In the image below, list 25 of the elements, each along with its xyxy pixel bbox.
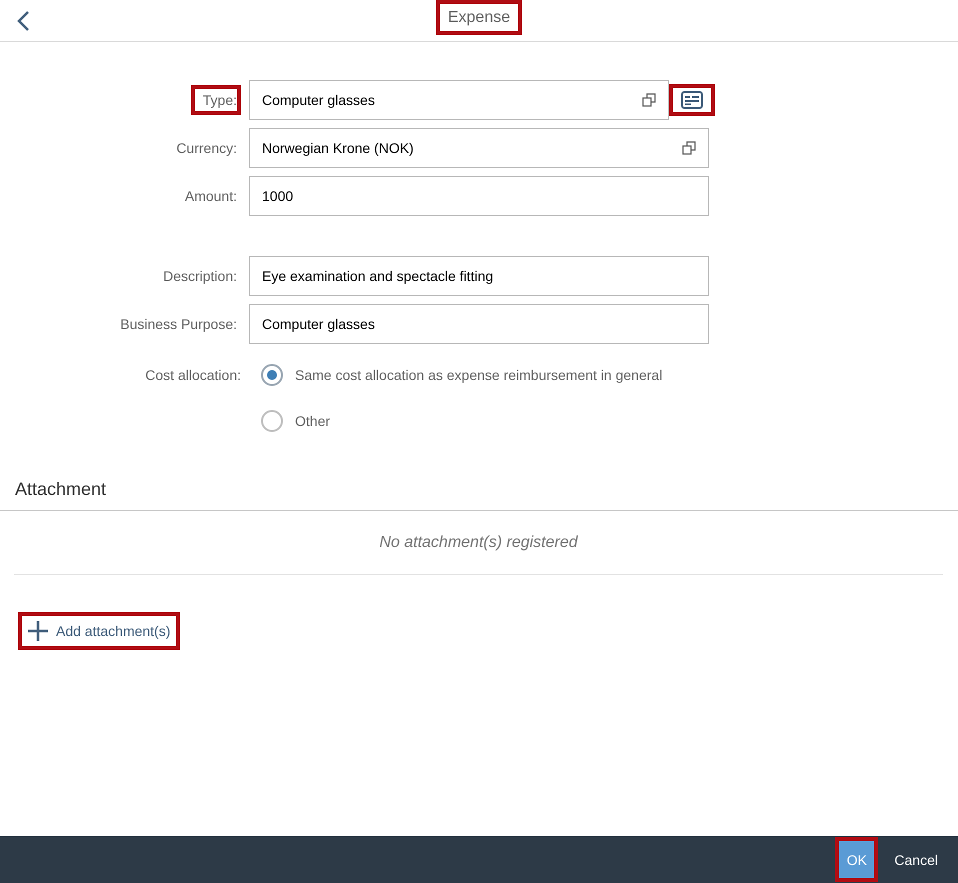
select-field[interactable]: Computer glasses (249, 80, 669, 120)
radio-button[interactable] (261, 410, 283, 432)
value-help-icon[interactable] (642, 93, 656, 107)
field-label: Type: (202, 91, 237, 110)
page-title: Expense (446, 8, 512, 28)
input-field[interactable]: Eye examination and spectacle fitting (249, 256, 709, 296)
input-field[interactable]: 1000 (249, 176, 709, 216)
details-button[interactable] (678, 89, 706, 111)
radio-button[interactable] (261, 364, 283, 386)
field-label: Business Purpose: (119, 315, 237, 334)
radio-option[interactable]: Same cost allocation as expense reimbursement in general (249, 364, 958, 386)
input-field[interactable]: Computer glasses (249, 304, 709, 344)
section-title: Attachment (14, 479, 108, 501)
plus-icon (28, 621, 48, 641)
card-icon (681, 91, 703, 109)
value-help-icon[interactable] (682, 141, 696, 155)
select-field[interactable]: Norwegian Krone (NOK) (249, 128, 709, 168)
cancel-button[interactable]: Cancel (886, 841, 946, 878)
field-label: Cost allocation: (145, 367, 241, 383)
field-label: Currency: (175, 139, 237, 158)
field-label: Amount: (184, 187, 237, 206)
radio-option[interactable]: Other (249, 410, 958, 432)
empty-message: No attachment(s) registered (379, 534, 578, 552)
field-label: Description: (162, 267, 237, 286)
add-attachment-button[interactable]: Add attachment(s) (22, 617, 176, 645)
